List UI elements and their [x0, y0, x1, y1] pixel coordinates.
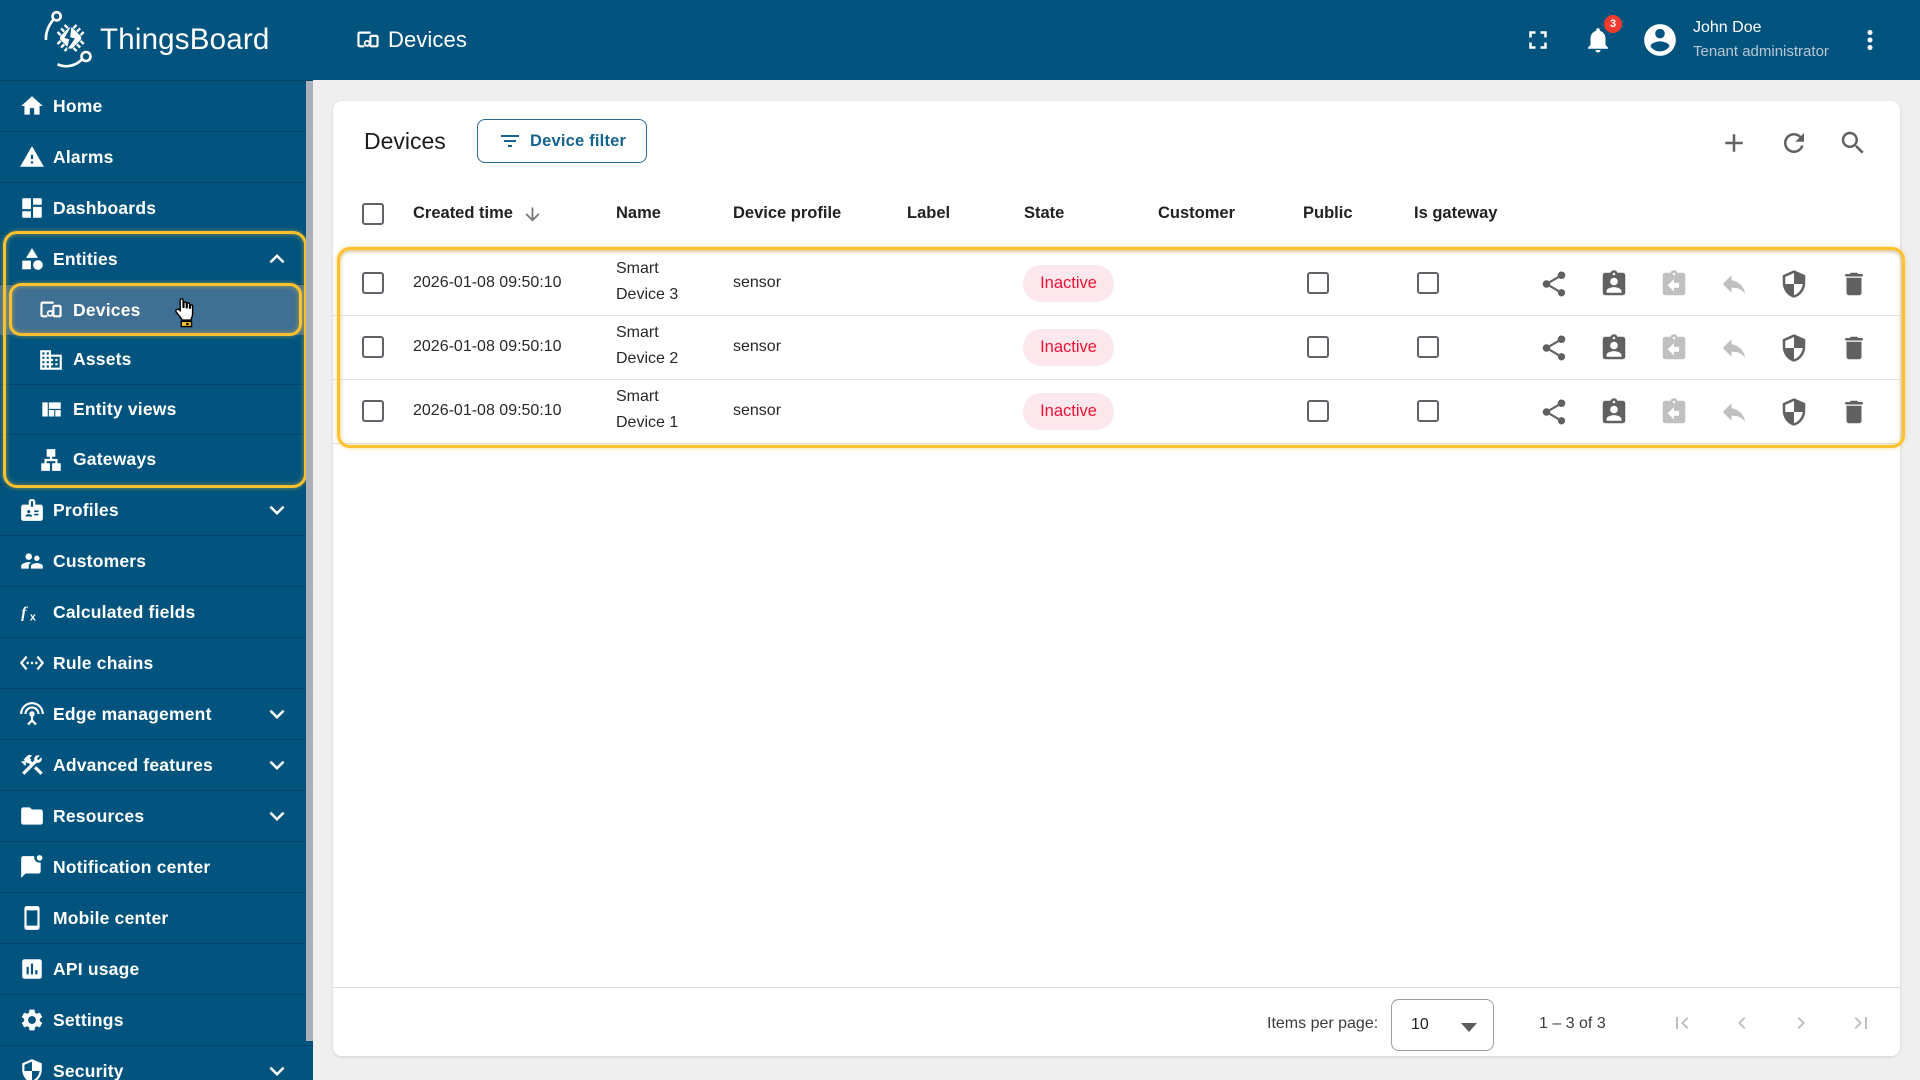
svg-text:x: x	[30, 612, 36, 624]
svg-text:f: f	[21, 603, 28, 621]
